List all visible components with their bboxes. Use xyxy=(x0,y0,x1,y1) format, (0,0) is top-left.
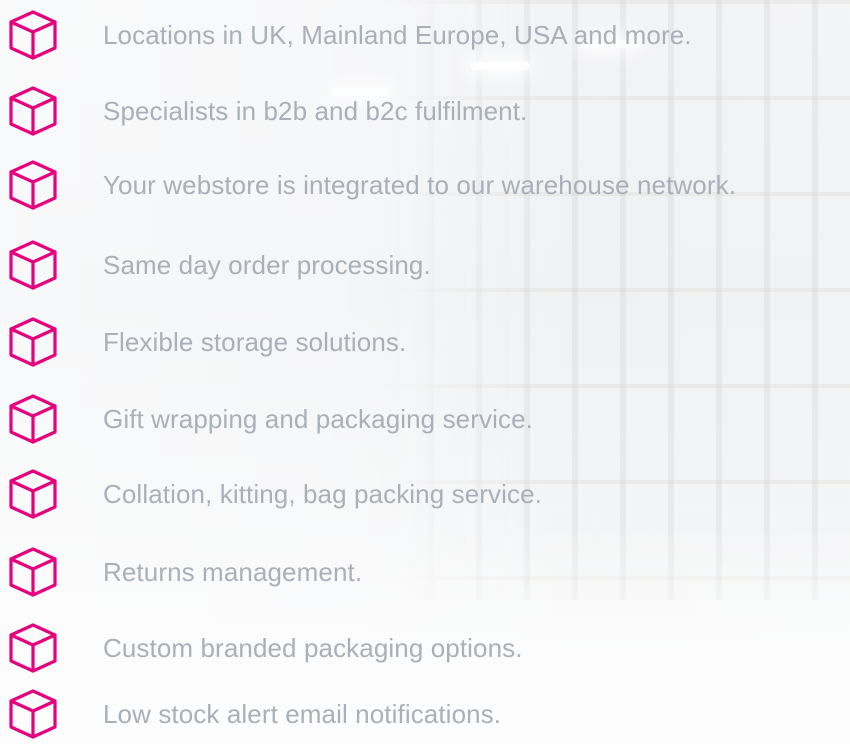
feature-label: Custom branded packaging options. xyxy=(103,632,523,663)
feature-item: Collation, kitting, bag packing service. xyxy=(0,464,850,524)
feature-label: Your webstore is integrated to our wareh… xyxy=(103,169,737,200)
box-icon xyxy=(7,688,59,740)
feature-label: Returns management. xyxy=(103,556,363,587)
feature-item: Flexible storage solutions. xyxy=(0,312,850,372)
feature-item: Custom branded packaging options. xyxy=(0,618,850,678)
feature-item: Your webstore is integrated to our wareh… xyxy=(0,155,850,215)
box-icon xyxy=(7,9,59,61)
box-icon xyxy=(7,159,59,211)
feature-label: Collation, kitting, bag packing service. xyxy=(103,478,543,509)
box-icon xyxy=(7,239,59,291)
box-icon xyxy=(7,546,59,598)
feature-label: Same day order processing. xyxy=(103,249,431,280)
box-icon xyxy=(7,393,59,445)
feature-label: Locations in UK, Mainland Europe, USA an… xyxy=(103,19,692,50)
feature-label: Specialists in b2b and b2c fulfilment. xyxy=(103,95,528,126)
box-icon xyxy=(7,316,59,368)
feature-label: Flexible storage solutions. xyxy=(103,326,407,357)
feature-item: Gift wrapping and packaging service. xyxy=(0,389,850,449)
feature-item: Specialists in b2b and b2c fulfilment. xyxy=(0,81,850,141)
feature-item: Low stock alert email notifications. xyxy=(0,684,850,744)
feature-item: Same day order processing. xyxy=(0,235,850,295)
box-icon xyxy=(7,85,59,137)
feature-item: Returns management. xyxy=(0,542,850,602)
feature-label: Gift wrapping and packaging service. xyxy=(103,403,533,434)
box-icon xyxy=(7,622,59,674)
feature-item: Locations in UK, Mainland Europe, USA an… xyxy=(0,5,850,65)
feature-label: Low stock alert email notifications. xyxy=(103,698,502,729)
box-icon xyxy=(7,468,59,520)
